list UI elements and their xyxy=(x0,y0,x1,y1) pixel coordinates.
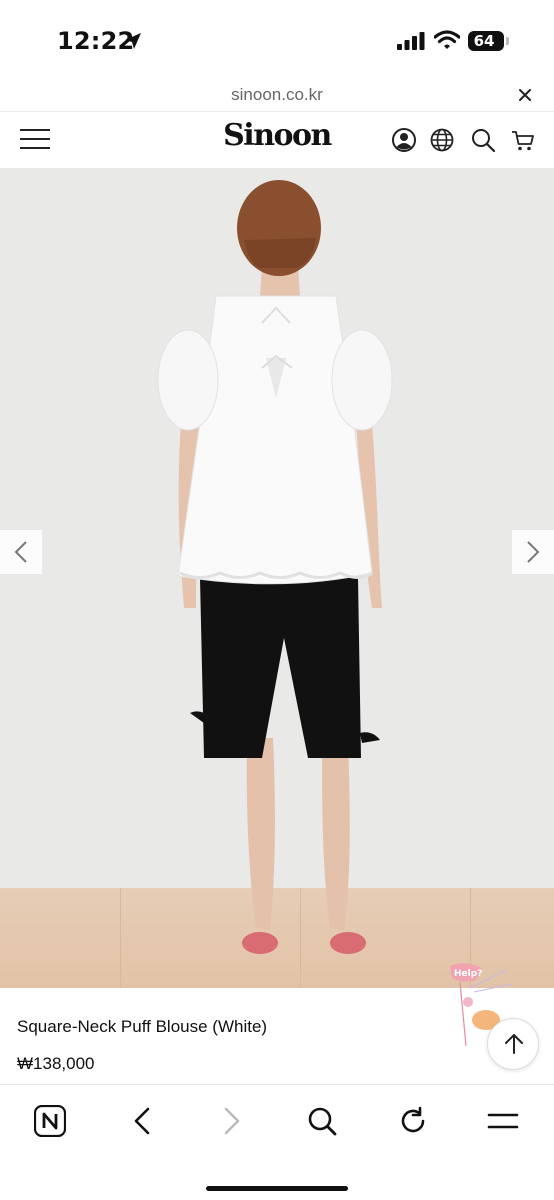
home-indicator[interactable] xyxy=(206,1186,348,1191)
naver-icon[interactable] xyxy=(34,1105,66,1137)
url-text[interactable]: sinoon.co.kr xyxy=(0,85,554,105)
reload-button[interactable] xyxy=(393,1101,433,1141)
close-icon[interactable] xyxy=(514,84,536,106)
product-price: ₩138,000 xyxy=(17,1054,95,1073)
chevron-left-icon[interactable] xyxy=(11,540,31,564)
battery-level: 64 xyxy=(473,32,495,50)
wifi-icon xyxy=(434,30,460,49)
menu-icon[interactable] xyxy=(487,1105,519,1137)
search-button[interactable] xyxy=(302,1101,342,1141)
forward-icon[interactable] xyxy=(216,1105,248,1137)
product-name: Square-Neck Puff Blouse (White) xyxy=(17,1017,268,1036)
gallery-next-button[interactable] xyxy=(512,530,554,574)
back-icon[interactable] xyxy=(126,1105,158,1137)
signal-icon xyxy=(397,32,425,50)
gallery-prev-button[interactable] xyxy=(0,530,42,574)
model-illustration xyxy=(157,180,393,954)
chevron-right-icon[interactable] xyxy=(523,540,543,564)
search-icon[interactable] xyxy=(470,127,496,153)
search-icon[interactable] xyxy=(306,1105,338,1137)
forward-button[interactable] xyxy=(212,1101,252,1141)
arrow-up-icon[interactable] xyxy=(502,1032,526,1056)
site-header: Sinoon xyxy=(0,112,554,168)
globe-icon[interactable] xyxy=(429,127,455,153)
status-bar: 12:22 64 xyxy=(0,0,554,78)
product-info: Square-Neck Puff Blouse (White) ₩138,000… xyxy=(0,963,554,1084)
naver-home-button[interactable] xyxy=(30,1101,70,1141)
cart-icon[interactable] xyxy=(510,127,536,153)
reload-icon[interactable] xyxy=(397,1105,429,1137)
location-arrow-icon xyxy=(125,33,141,49)
scroll-to-top-button[interactable] xyxy=(487,1018,539,1070)
battery-nub xyxy=(506,37,509,45)
battery-icon: 64 xyxy=(468,31,504,51)
back-button[interactable] xyxy=(122,1101,162,1141)
browser-toolbar xyxy=(0,1084,554,1200)
url-bar[interactable]: sinoon.co.kr xyxy=(0,78,554,112)
help-badge-text[interactable]: Help? xyxy=(454,969,482,979)
account-icon[interactable] xyxy=(391,127,417,153)
product-image[interactable] xyxy=(0,168,554,988)
browser-menu-button[interactable] xyxy=(483,1101,523,1141)
